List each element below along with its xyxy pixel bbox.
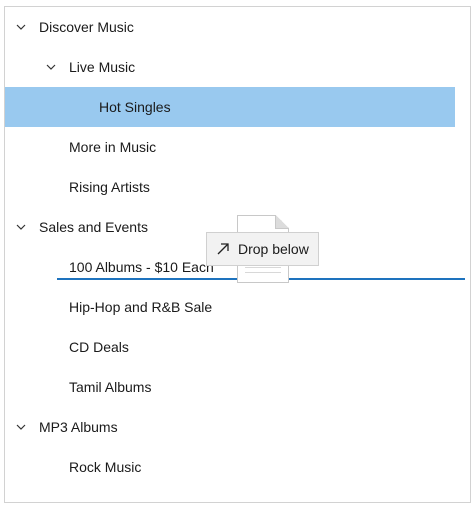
tree-node-label: Live Music xyxy=(69,59,136,75)
tree-node-label: Gospel xyxy=(69,487,113,502)
tree-node-more-in-music[interactable]: More in Music xyxy=(5,127,470,167)
tree-node-label: More in Music xyxy=(69,139,157,155)
tree-node-cd-deals[interactable]: CD Deals xyxy=(5,327,470,367)
chevron-down-icon[interactable] xyxy=(15,221,27,233)
tree-node-gospel[interactable]: Gospel xyxy=(5,487,470,502)
tree-node-rock-music[interactable]: Rock Music xyxy=(5,447,470,487)
tree-node-label: MP3 Albums xyxy=(39,419,118,435)
tree-node-label: Rock Music xyxy=(69,459,142,475)
tree-node-tamil-albums[interactable]: Tamil Albums xyxy=(5,367,470,407)
tree-node-label: Rising Artists xyxy=(69,179,150,195)
tree-node-discover-music[interactable]: Discover Music xyxy=(5,7,470,47)
page-fold-icon xyxy=(275,215,289,229)
chevron-down-icon[interactable] xyxy=(45,61,57,73)
tree-node-label: Hot Singles xyxy=(99,99,171,115)
tree-node-label: 100 Albums - $10 Each xyxy=(69,259,214,275)
tree-node-live-music[interactable]: Live Music xyxy=(5,47,470,87)
chevron-down-icon[interactable] xyxy=(15,21,27,33)
tree-node-mp3-albums[interactable]: MP3 Albums xyxy=(5,407,470,447)
tree-node-label: Hip-Hop and R&B Sale xyxy=(69,299,213,315)
tree-node-rising-artists[interactable]: Rising Artists xyxy=(5,167,470,207)
tree-node-hot-singles[interactable]: Hot Singles xyxy=(5,87,455,127)
drop-tooltip-label: Drop below xyxy=(238,241,309,257)
tree-node-label: Tamil Albums xyxy=(69,379,152,395)
drag-drop-tooltip: Drop below xyxy=(206,232,319,266)
tree-node-hip-hop-sale[interactable]: Hip-Hop and R&B Sale xyxy=(5,287,470,327)
arrow-up-right-icon xyxy=(217,243,229,255)
tree-node-label: Discover Music xyxy=(39,19,134,35)
tree-node-label: Sales and Events xyxy=(39,219,148,235)
chevron-down-icon[interactable] xyxy=(15,421,27,433)
tree-node-label: CD Deals xyxy=(69,339,129,355)
